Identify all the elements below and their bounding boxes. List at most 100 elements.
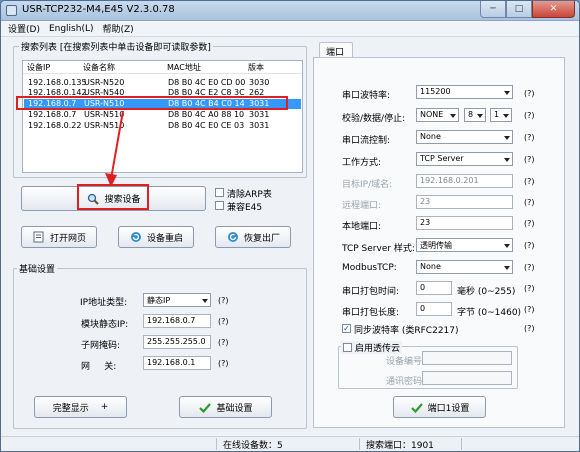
chevron-down-icon bbox=[503, 114, 509, 118]
static-ip-field[interactable]: 192.168.0.7 bbox=[143, 314, 211, 328]
help-local-port[interactable]: (?) bbox=[524, 219, 535, 228]
gateway-field[interactable]: 192.168.0.1 bbox=[143, 356, 211, 370]
chevron-down-icon bbox=[504, 91, 510, 95]
online-count: 在线设备数：5 bbox=[216, 438, 356, 451]
help-parity[interactable]: (?) bbox=[524, 111, 535, 120]
basic-settings-title: 基础设置 bbox=[17, 262, 58, 275]
col-ip[interactable]: 设备IP bbox=[27, 62, 50, 73]
col-mac[interactable]: MAC地址 bbox=[167, 62, 201, 73]
help-tcp-style[interactable]: (?) bbox=[524, 241, 535, 250]
enable-cloud-label: 启用透传云 bbox=[355, 344, 401, 354]
minimize-button[interactable]: ─ bbox=[480, 1, 506, 18]
basic-apply-label: 基础设置 bbox=[216, 403, 253, 414]
help-static-ip[interactable]: (?) bbox=[218, 317, 229, 326]
open-web-label: 打开网页 bbox=[49, 233, 86, 244]
table-row[interactable]: 192.168.0.7 USR-N510 D8 B0 4C A0 88 10 3… bbox=[24, 110, 301, 120]
help-modbus[interactable]: (?) bbox=[524, 263, 535, 272]
menu-help[interactable]: 帮助(Z) bbox=[103, 22, 134, 35]
show-all-button[interactable]: 完整显示 + bbox=[34, 396, 127, 418]
compat-e45-checkbox[interactable] bbox=[215, 201, 224, 210]
tab-port1[interactable]: 端口1 bbox=[319, 42, 353, 68]
check-icon bbox=[410, 400, 424, 414]
cell-mac: D8 B0 4C E0 CD 00 bbox=[168, 78, 246, 87]
ip-type-label: IP地址类型: bbox=[80, 298, 128, 308]
open-web-button[interactable]: 打开网页 bbox=[21, 226, 97, 248]
ip-type-select[interactable]: 静态IP bbox=[143, 293, 211, 307]
table-header: 设备IP 设备名称 MAC地址 版本 bbox=[23, 61, 302, 74]
help-subnet-mask[interactable]: (?) bbox=[218, 338, 229, 347]
status-empty bbox=[461, 438, 579, 450]
pack-length-label: 串口打包长度: bbox=[342, 308, 400, 318]
page-icon bbox=[32, 230, 46, 244]
mode-label: 工作方式: bbox=[342, 158, 382, 168]
modbus-select[interactable]: None bbox=[416, 260, 513, 274]
table-row[interactable]: 192.168.0.22 USR-N510 D8 B0 4C E0 CE 03 … bbox=[24, 121, 301, 131]
baud-value: 115200 bbox=[420, 87, 451, 96]
ip-type-value: 静态IP bbox=[147, 296, 171, 305]
tcp-style-select[interactable]: 透明传输 bbox=[416, 238, 513, 252]
help-mode[interactable]: (?) bbox=[524, 155, 535, 164]
sync-baud-checkbox[interactable]: ✓ bbox=[342, 324, 351, 333]
refresh-icon bbox=[129, 230, 143, 244]
mode-select[interactable]: TCP Server bbox=[416, 152, 513, 166]
restart-device-label: 设备重启 bbox=[146, 233, 183, 244]
help-sync-baud[interactable]: (?) bbox=[524, 324, 535, 333]
modbus-value: None bbox=[420, 262, 441, 271]
help-pack-length[interactable]: (?) bbox=[524, 305, 535, 314]
menu-settings[interactable]: 设置(D) bbox=[8, 22, 40, 35]
help-gateway[interactable]: (?) bbox=[218, 359, 229, 368]
target-ip-label: 目标IP/域名: bbox=[342, 180, 393, 190]
device-table: 设备IP 设备名称 MAC地址 版本 192.168.0.135 USR-N52… bbox=[22, 60, 303, 173]
help-ip-type[interactable]: (?) bbox=[218, 296, 229, 305]
subnet-mask-field[interactable]: 255.255.255.0 bbox=[143, 335, 211, 349]
pack-length-field[interactable]: 0 bbox=[416, 302, 452, 316]
data-bits-select[interactable]: 8 bbox=[464, 108, 486, 122]
basic-apply-button[interactable]: 基础设置 bbox=[179, 396, 272, 418]
close-button[interactable]: ✕ bbox=[532, 1, 575, 18]
col-name[interactable]: 设备名称 bbox=[83, 62, 115, 73]
cell-mac: D8 B0 4C E0 CE 03 bbox=[168, 121, 245, 130]
menu-english[interactable]: English(L) bbox=[49, 24, 94, 34]
stop-bits-value: 1 bbox=[494, 110, 500, 119]
clear-arp-label: 清除ARP表 bbox=[227, 190, 272, 200]
tcp-style-value: 透明传输 bbox=[420, 241, 452, 250]
compat-e45-label: 兼容E45 bbox=[227, 203, 263, 213]
show-all-label: 完整显示 bbox=[52, 403, 89, 414]
help-flow[interactable]: (?) bbox=[524, 133, 535, 142]
device-number-field[interactable] bbox=[422, 351, 512, 365]
mode-value: TCP Server bbox=[420, 154, 464, 163]
restart-device-button[interactable]: 设备重启 bbox=[118, 226, 194, 248]
factory-reset-button[interactable]: 恢复出厂 bbox=[215, 226, 291, 248]
stop-bits-select[interactable]: 1 bbox=[490, 108, 512, 122]
table-row[interactable]: 192.168.0.135 USR-N520 D8 B0 4C E0 CD 00… bbox=[24, 78, 301, 88]
remote-port-label: 远程端口: bbox=[342, 201, 382, 211]
main-window: USR-TCP232-M4,E45 V2.3.0.78 ─ □ ✕ 设置(D) … bbox=[0, 0, 580, 452]
clear-arp-checkbox[interactable] bbox=[215, 188, 224, 197]
baud-select[interactable]: 115200 bbox=[416, 85, 513, 99]
subnet-mask-label: 子网掩码: bbox=[81, 341, 121, 351]
pack-time-field[interactable]: 0 bbox=[416, 281, 452, 295]
target-ip-field[interactable]: 192.168.0.201 bbox=[416, 174, 513, 188]
parity-value: NONE bbox=[420, 110, 444, 119]
cell-ip: 192.168.0.135 bbox=[28, 78, 87, 87]
parity-select[interactable]: NONE bbox=[416, 108, 459, 122]
maximize-button[interactable]: □ bbox=[506, 1, 532, 18]
static-ip-label: 模块静态IP: bbox=[81, 320, 129, 330]
remote-port-field[interactable]: 23 bbox=[416, 195, 513, 209]
help-pack-time[interactable]: (?) bbox=[524, 284, 535, 293]
status-bar: 在线设备数：5 搜索端口：1901 bbox=[1, 436, 579, 451]
gateway-label: 网 关: bbox=[81, 362, 117, 372]
help-remote-port[interactable]: (?) bbox=[524, 198, 535, 207]
comm-password-field[interactable] bbox=[422, 371, 512, 385]
port-apply-button[interactable]: 端口1设置 bbox=[393, 396, 486, 418]
enable-cloud-checkbox[interactable] bbox=[343, 343, 352, 352]
flow-select[interactable]: None bbox=[416, 130, 513, 144]
plus-icon: + bbox=[100, 402, 109, 412]
col-version[interactable]: 版本 bbox=[248, 62, 264, 73]
search-list-group: 搜索列表 [在搜索列表中单击设备即可读取参数] 设备IP 设备名称 MAC地址 … bbox=[13, 40, 307, 178]
help-target-ip[interactable]: (?) bbox=[524, 177, 535, 186]
chevron-down-icon bbox=[477, 114, 483, 118]
help-baud[interactable]: (?) bbox=[524, 89, 535, 98]
factory-reset-label: 恢复出厂 bbox=[243, 233, 280, 244]
local-port-field[interactable]: 23 bbox=[416, 216, 513, 230]
